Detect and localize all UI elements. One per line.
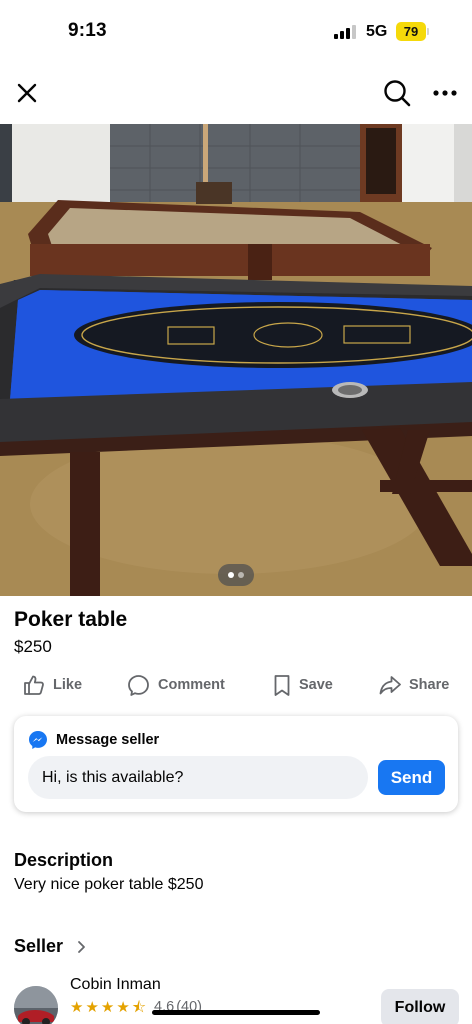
- more-button[interactable]: [429, 77, 461, 109]
- comment-label: Comment: [158, 677, 225, 693]
- message-seller-header: Message seller: [28, 730, 159, 750]
- share-icon: [379, 676, 401, 695]
- messenger-icon: [29, 731, 47, 749]
- follow-button[interactable]: Follow: [381, 989, 459, 1024]
- status-time: 9:13: [68, 20, 107, 41]
- close-icon: [17, 83, 37, 103]
- listing-price: $250: [14, 637, 52, 656]
- status-bar: 9:13 5G 79: [0, 0, 472, 62]
- photo-pager[interactable]: [218, 564, 254, 586]
- pager-dot-active: [228, 572, 234, 578]
- save-label: Save: [299, 677, 333, 693]
- share-button[interactable]: Share: [379, 668, 449, 702]
- like-button[interactable]: Like: [23, 668, 82, 702]
- message-input[interactable]: Hi, is this available?: [28, 756, 368, 799]
- home-indicator[interactable]: [152, 1010, 320, 1015]
- battery-tip: [427, 28, 429, 35]
- description-text: Very nice poker table $250: [14, 876, 204, 893]
- message-seller-label: Message seller: [56, 732, 160, 748]
- search-button[interactable]: [381, 77, 413, 109]
- thumbs-up-icon: [24, 675, 44, 695]
- avatar[interactable]: [14, 986, 58, 1024]
- close-button[interactable]: [11, 77, 43, 109]
- star-icon: ★: [85, 998, 99, 1016]
- search-icon: [384, 80, 411, 107]
- save-button[interactable]: Save: [273, 668, 333, 702]
- like-label: Like: [53, 677, 83, 693]
- seller-heading-label: Seller: [14, 936, 64, 956]
- battery-icon: 79: [396, 22, 426, 41]
- star-icon: ★: [100, 998, 115, 1016]
- description-heading: Description: [14, 850, 114, 870]
- message-seller-card: Message seller Hi, is this available? Se…: [14, 716, 458, 812]
- comment-button[interactable]: Comment: [127, 668, 225, 702]
- action-bar: Like Comment Save Share: [0, 668, 472, 702]
- share-label: Share: [409, 677, 450, 693]
- nav-bar: [0, 62, 472, 124]
- more-horizontal-icon: [433, 90, 457, 96]
- bookmark-icon: [274, 674, 290, 696]
- network-type: 5G: [366, 23, 388, 40]
- listing-title: Poker table: [14, 608, 128, 631]
- star-half-icon: ⯪: [131, 998, 147, 1016]
- listing-photo[interactable]: [0, 124, 472, 596]
- comment-icon: [128, 674, 149, 696]
- star-icon: ★: [70, 998, 84, 1016]
- signal-icon: [334, 25, 358, 39]
- pager-dot: [238, 572, 244, 578]
- chevron-right-icon: [78, 940, 85, 953]
- seller-name[interactable]: Cobin Inman: [70, 976, 161, 994]
- send-button[interactable]: Send: [378, 760, 445, 795]
- star-icon: ★: [116, 998, 130, 1016]
- seller-heading[interactable]: Seller: [14, 936, 86, 957]
